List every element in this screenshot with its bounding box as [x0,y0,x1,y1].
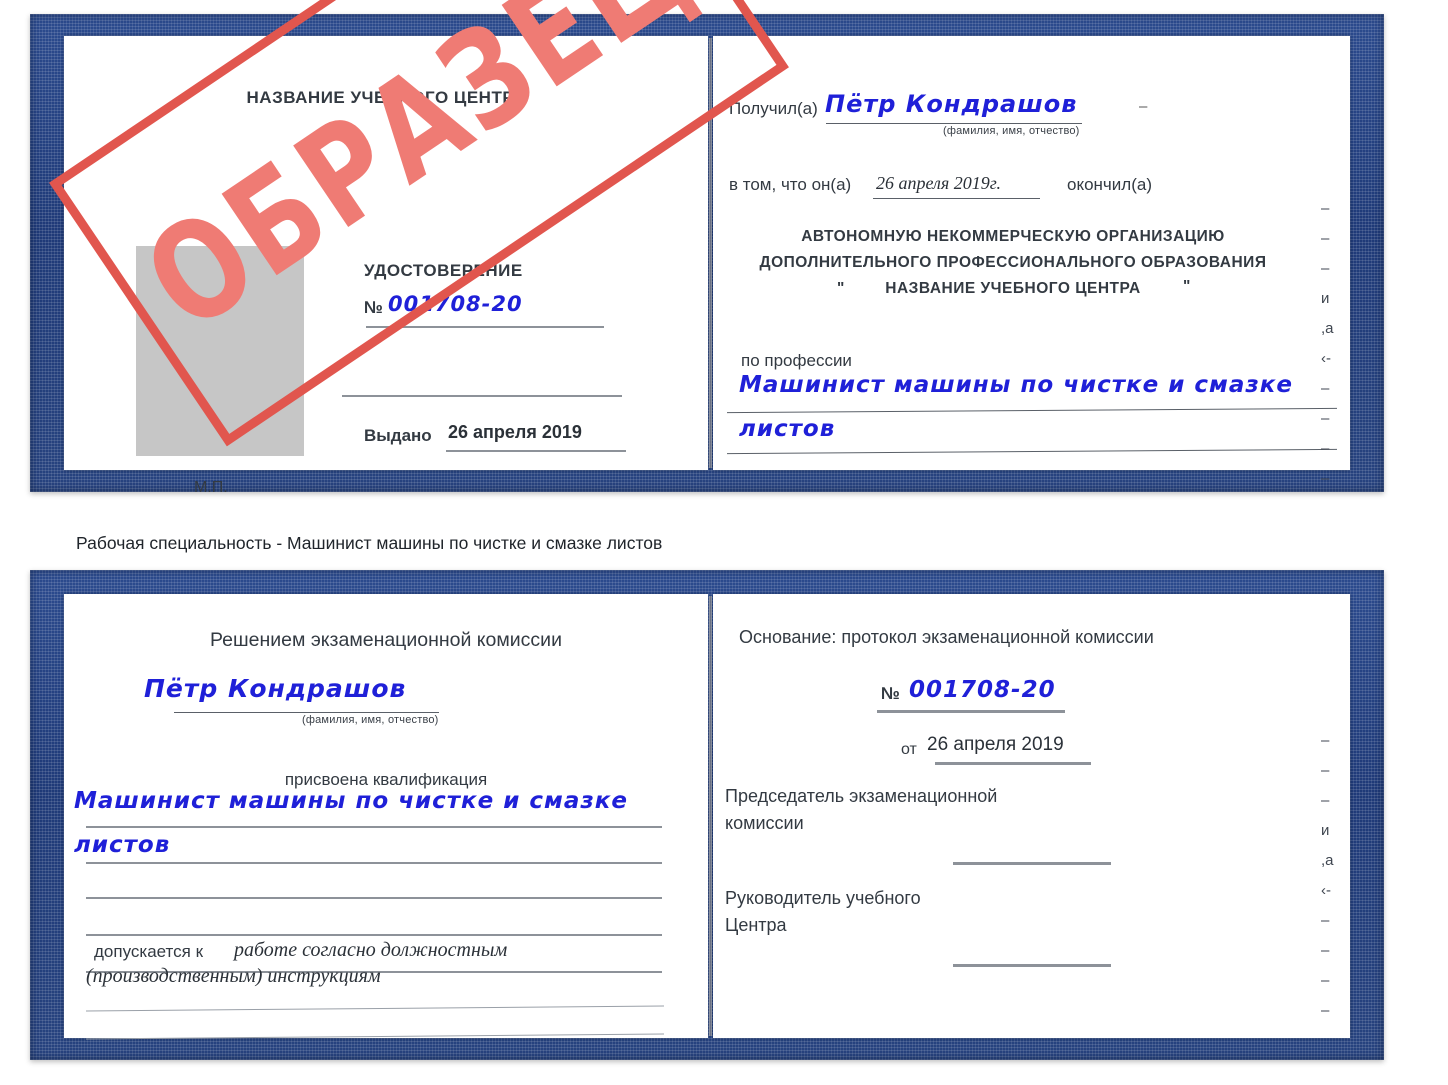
bottom-left-name-value: Пётр Кондрашов [144,674,407,703]
top-right-received-value: Пётр Кондрашов [825,90,1078,118]
bottom-right-number-value: 001708-20 [909,677,1056,703]
top-left-issued-label: Выдано [364,426,432,445]
top-right-that-he-value: 26 апреля 2019г. [876,173,1002,193]
bottom-left-qualification-label: присвоена квалификация [284,770,488,789]
bottom-left-name-rule [174,712,439,713]
top-right-profession-value-1: Машинист машины по чистке и смазке [739,372,1293,398]
bottom-right-head-line2: Центра [725,915,787,935]
top-right-quote-close: " [1183,278,1191,295]
bottom-left-heading: Решением экзаменационной комиссии [210,629,562,651]
bottom-left-q-rule-3 [86,897,662,899]
top-right-profession-rule-2 [727,448,1337,455]
top-right-graduated-label: окончил(а) [1067,175,1152,194]
bottom-left-page: Решением экзаменационной комиссии Пётр К… [64,594,708,1040]
top-right-page: Получил(а) Пётр Кондрашов (фамилия, имя,… [713,36,1350,487]
top-left-doc-type: УДОСТОВЕРЕНИЕ [364,261,523,280]
bottom-right-date-rule [935,762,1091,765]
bottom-left-q-rule-2 [86,862,662,864]
bottom-right-number-label: № [881,684,900,703]
bottom-right-chairman-line1: Председатель экзаменационной [725,786,998,806]
bottom-right-chairman-signature-rule [953,862,1111,865]
top-spine [709,38,712,468]
top-left-number-rule [366,326,604,328]
top-right-org-line1: АВТОНОМНУЮ НЕКОММЕРЧЕСКУЮ ОРГАНИЗАЦИЮ [801,228,1225,245]
bottom-left-qualification-value-2: листов [74,832,171,858]
top-right-dash-1: – [1139,98,1148,115]
top-right-profession-label: по профессии [741,351,852,370]
top-right-that-he-label: в том, что он(а) [729,175,852,194]
certificate-bottom: Решением экзаменационной комиссии Пётр К… [30,570,1384,1060]
bottom-left-q-rule-1 [86,826,662,828]
bottom-right-basis-label: Основание: протокол экзаменационной коми… [739,627,1154,647]
top-left-issued-value: 26 апреля 2019 [448,422,582,442]
top-right-that-he-rule [873,198,1040,199]
top-left-issued-rule [446,450,626,452]
bottom-left-qualification-value-1: Машинист машины по чистке и смазке [74,788,628,814]
top-left-blank-rule [342,395,622,397]
bottom-left-name-hint: (фамилия, имя, отчество) [302,714,439,726]
top-right-received-label: Получил(а) [729,99,818,118]
top-right-received-rule [826,123,1082,124]
bottom-left-admitted-rule-1 [86,1005,664,1012]
top-right-name-hint: (фамилия, имя, отчество) [943,125,1080,137]
bottom-left-admitted-value-1: работе согласно должностным [234,939,508,961]
bottom-right-clipped-column: – – – и ,а ‹- – – – – [1321,732,1334,1019]
top-left-seal-label: М.П. [194,479,228,496]
top-right-clipped-column: – – – и ,а ‹- – – – – [1321,200,1334,487]
certificate-top: НАЗВАНИЕ УЧЕБНОГО ЦЕНТРА УДОСТОВЕРЕНИЕ №… [30,0,1384,496]
bottom-right-number-rule [877,710,1065,713]
bottom-left-q-rule-4 [86,934,662,936]
top-left-page: НАЗВАНИЕ УЧЕБНОГО ЦЕНТРА УДОСТОВЕРЕНИЕ №… [64,36,708,496]
bottom-spine [709,596,712,1036]
top-right-profession-rule-1 [727,407,1337,414]
top-right-org-line3: НАЗВАНИЕ УЧЕБНОГО ЦЕНТРА [885,280,1141,297]
bottom-left-admitted-value-2: (производственным) инструкциям [86,965,381,987]
top-right-profession-value-2: листов [739,416,836,442]
bottom-right-page: Основание: протокол экзаменационной коми… [713,594,1350,1038]
top-right-org-line2: ДОПОЛНИТЕЛЬНОГО ПРОФЕССИОНАЛЬНОГО ОБРАЗО… [759,254,1267,271]
bottom-right-chairman-line2: комиссии [725,813,804,833]
photo-placeholder [136,246,304,456]
bottom-right-date-value: 26 апреля 2019 [927,734,1064,755]
bottom-right-head-line1: Руководитель учебного [725,888,921,908]
bottom-right-date-label: от [901,741,917,758]
bottom-right-head-signature-rule [953,964,1111,967]
top-left-number-value: 001708-20 [388,292,523,316]
top-left-heading: НАЗВАНИЕ УЧЕБНОГО ЦЕНТРА [246,88,526,107]
caption-text: Рабочая специальность - Машинист машины … [76,533,663,553]
top-left-number-label: № [364,298,383,317]
bottom-left-admitted-label: допускается к [94,942,204,961]
